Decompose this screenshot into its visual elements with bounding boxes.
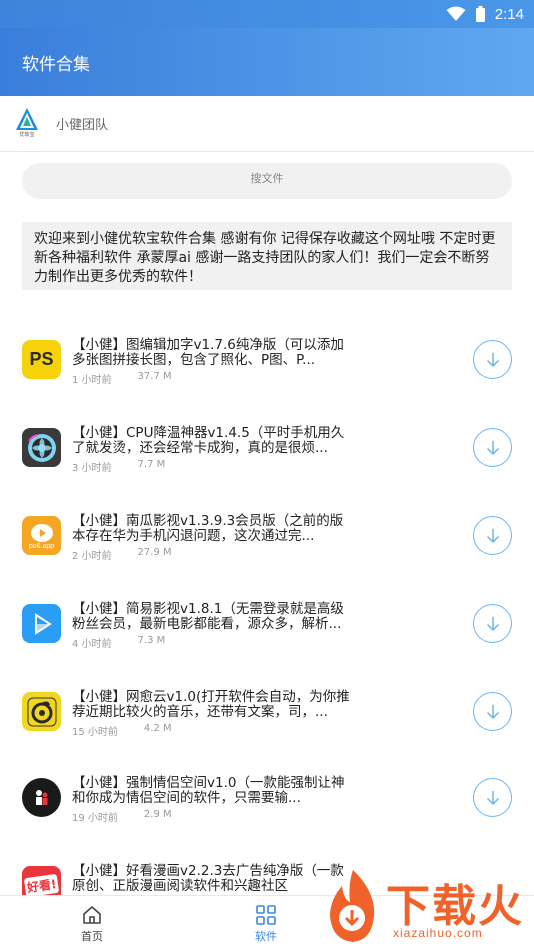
search-placeholder: 搜文件 <box>250 172 284 185</box>
download-button[interactable] <box>473 692 512 731</box>
ps-icon: PS <box>22 340 61 379</box>
file-size: 37.7 M <box>137 371 172 382</box>
tab-home-label: 首页 <box>81 930 103 943</box>
team-logo-text: 优软宝 <box>19 131 35 138</box>
file-description: 【小健】图编辑加字v1.7.6纯净版（可以添加多张图拼接长图，包含了照化、P图、… <box>72 337 344 368</box>
team-header[interactable]: 优软宝 小健团队 <box>0 96 534 152</box>
file-description: 【小健】强制情侣空间v1.0（一款能强制让神和你成为情侣空间的软件，只需要输..… <box>72 775 345 806</box>
list-item[interactable]: 【小健】网愈云v1.0(打开软件会自动，为你推荐近期比较火的音乐，还带有文案，司… <box>0 682 534 772</box>
tab-software[interactable]: 软件 <box>216 896 316 949</box>
battery-icon <box>475 6 485 22</box>
pumpkin-tv-icon: po6.app <box>22 516 61 555</box>
wifi-icon <box>446 6 466 21</box>
home-icon <box>83 906 101 924</box>
status-time: 2:14 <box>494 5 524 23</box>
list-item[interactable]: po6.app 【小健】南瓜影视v1.3.9.3会员版（之前的版本存在华为手机闪… <box>0 506 534 596</box>
tab-home[interactable]: 首页 <box>42 896 142 949</box>
watermark: 下载火 xiazaihuo.com <box>318 862 534 949</box>
list-item[interactable]: 【小健】简易影视v1.8.1（无需登录就是高级粉丝会员，最新电影都能看，源众多，… <box>0 594 534 684</box>
app-bar: 软件合集 <box>0 28 534 96</box>
file-time: 19 小时前 <box>72 813 118 824</box>
file-time: 3 小时前 <box>72 463 112 474</box>
download-button[interactable] <box>473 428 512 467</box>
play-icon <box>22 604 61 643</box>
list-item[interactable]: PS 【小健】图编辑加字v1.7.6纯净版（可以添加多张图拼接长图，包含了照化、… <box>0 330 534 420</box>
file-time: 4 小时前 <box>72 639 112 650</box>
file-time: 1 小时前 <box>72 375 112 386</box>
list-item[interactable]: 【小健】CPU降温神器v1.4.5（平时手机用久了就发烫，还会经常卡成狗，真的是… <box>0 418 534 508</box>
apps-grid-icon <box>256 905 276 925</box>
file-size: 27.9 M <box>137 547 172 558</box>
download-arrow-icon <box>486 704 499 719</box>
download-button[interactable] <box>473 516 512 555</box>
music-disc-icon <box>22 692 61 731</box>
watermark-text: 下载火 <box>386 881 524 932</box>
cooling-fan-icon <box>22 428 61 467</box>
download-arrow-icon <box>486 790 499 805</box>
status-bar: 2:14 <box>0 0 534 28</box>
file-size: 2.9 M <box>143 809 172 820</box>
file-size: 4.2 M <box>143 723 172 734</box>
file-size: 7.3 M <box>137 635 166 646</box>
download-button[interactable] <box>473 340 512 379</box>
list-item[interactable]: 【小健】强制情侣空间v1.0（一款能强制让神和你成为情侣空间的软件，只需要输..… <box>0 770 534 860</box>
download-arrow-icon <box>486 352 499 367</box>
file-time: 2 小时前 <box>72 551 112 562</box>
download-button[interactable] <box>473 778 512 817</box>
search-box[interactable]: 搜文件 <box>22 163 512 199</box>
tab-software-label: 软件 <box>255 930 277 943</box>
page-title: 软件合集 <box>22 54 90 75</box>
file-description: 【小健】网愈云v1.0(打开软件会自动，为你推荐近期比较火的音乐，还带有文案，司… <box>72 689 350 720</box>
download-button[interactable] <box>473 604 512 643</box>
download-arrow-icon <box>486 528 499 543</box>
file-size: 7.7 M <box>137 459 166 470</box>
team-name: 小健团队 <box>56 118 109 133</box>
couple-icon <box>22 778 61 817</box>
download-arrow-icon <box>486 616 499 631</box>
file-description: 【小健】简易影视v1.8.1（无需登录就是高级粉丝会员，最新电影都能看，源众多，… <box>72 601 344 632</box>
file-description: 【小健】CPU降温神器v1.4.5（平时手机用久了就发烫，还会经常卡成狗，真的是… <box>72 425 345 456</box>
file-time: 15 小时前 <box>72 727 118 738</box>
file-description: 【小健】南瓜影视v1.3.9.3会员版（之前的版本存在华为手机闪退问题，这次通过… <box>72 513 344 544</box>
team-logo: 优软宝 <box>14 107 40 141</box>
triangle-logo-icon <box>16 107 38 130</box>
file-description: 【小健】好看漫画v2.2.3去广告纯净版（一款原创、正版漫画阅读软件和兴趣社区 <box>72 863 344 894</box>
download-arrow-icon <box>486 440 499 455</box>
notice-banner: 欢迎来到小健优软宝软件合集 感谢有你 记得保存收藏这个网址哦 不定时更新各种福利… <box>22 222 512 290</box>
watermark-url: xiazaihuo.com <box>393 926 483 940</box>
flame-logo-icon <box>330 870 375 942</box>
